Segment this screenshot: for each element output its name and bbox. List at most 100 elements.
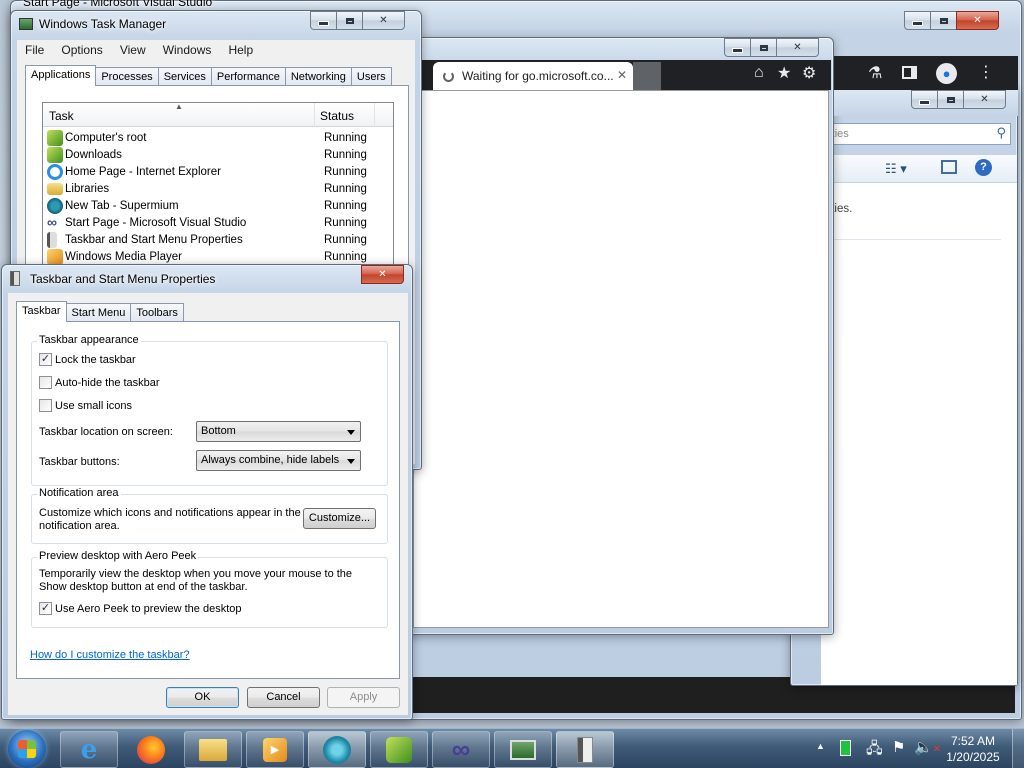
menu-help[interactable]: Help (228, 43, 253, 57)
task-row[interactable]: New Tab - Supermium Running (47, 197, 367, 214)
taskbar-visual-studio-button[interactable]: ∞ (432, 731, 490, 768)
close-button[interactable]: ✕ (963, 90, 1006, 109)
tab-networking[interactable]: Networking (284, 67, 352, 85)
close-button[interactable]: ✕ (956, 11, 999, 30)
show-hidden-icons-icon[interactable]: ▲ (816, 741, 825, 751)
apply-button[interactable]: Apply (327, 687, 400, 708)
cancel-button[interactable]: Cancel (247, 687, 320, 708)
taskbar-explorer-button[interactable] (184, 731, 242, 768)
minimize-button[interactable] (724, 38, 751, 57)
checkbox-label: Use small icons (55, 399, 133, 412)
lock-taskbar-checkbox[interactable]: ✓ Lock the taskbar (39, 353, 136, 366)
task-name: Downloads (65, 148, 122, 161)
tab-taskbar[interactable]: Taskbar (16, 301, 67, 322)
ie-icon (47, 163, 63, 180)
tab-title: Waiting for go.microsoft.co... (462, 69, 614, 83)
tab-close-icon[interactable]: ✕ (617, 68, 627, 82)
view-options-icon[interactable]: ☷ ▾ (885, 161, 907, 177)
minimize-button[interactable] (904, 11, 931, 30)
supermium-icon (323, 735, 351, 764)
home-icon[interactable]: ⌂ (754, 64, 764, 82)
search-icon[interactable]: ⚲ (996, 125, 1006, 141)
task-manager-icon (19, 18, 33, 30)
menu-file[interactable]: File (25, 43, 44, 57)
close-button[interactable]: ✕ (776, 38, 819, 57)
location-dropdown[interactable]: Bottom (196, 421, 361, 442)
location-value: Bottom (201, 425, 236, 437)
aero-peek-description: Temporarily view the desktop when you mo… (39, 568, 353, 593)
close-button[interactable]: ✕ (361, 265, 404, 284)
checkbox-label: Use Aero Peek to preview the desktop (55, 602, 242, 615)
taskbar-firefox-button[interactable] (122, 731, 180, 768)
gear-icon[interactable]: ⚙ (802, 63, 816, 83)
help-link[interactable]: How do I customize the taskbar? (30, 649, 190, 661)
task-row[interactable]: Libraries Running (47, 180, 367, 197)
flask-icon[interactable]: ⚗ (868, 63, 882, 83)
volume-muted-icon[interactable]: 🔈✕ (914, 738, 941, 756)
task-row[interactable]: Windows Media Player Running (47, 248, 367, 265)
start-button[interactable] (8, 730, 46, 768)
maximize-button[interactable] (937, 90, 964, 109)
taskbar-buttons-dropdown[interactable]: Always combine, hide labels (196, 450, 361, 471)
preview-pane-icon[interactable] (941, 160, 957, 174)
maximize-button[interactable] (336, 11, 363, 30)
taskbar-properties-dialog: Taskbar and Start Menu Properties ✕ Task… (1, 264, 413, 720)
browser-toolbar: Waiting for go.microsoft.co... ✕ ⌂ ★ ⚙ (407, 60, 831, 90)
tab-applications[interactable]: Applications (25, 65, 97, 86)
clock[interactable]: 7:52 AM 1/20/2025 (944, 733, 1002, 765)
maximize-button[interactable] (930, 11, 957, 30)
task-row[interactable]: Downloads Running (47, 146, 367, 163)
task-name: Start Page - Microsoft Visual Studio (65, 216, 247, 229)
minimize-button[interactable] (911, 90, 938, 109)
taskbar-media-player-button[interactable]: ▶ (246, 731, 304, 768)
task-row[interactable]: Home Page - Internet Explorer Running (47, 163, 367, 180)
star-icon[interactable]: ★ (777, 63, 791, 83)
minimize-button[interactable] (310, 11, 337, 30)
column-status[interactable]: Status (320, 109, 354, 123)
network-icon[interactable]: 🖧 (866, 738, 883, 763)
customize-button[interactable]: Customize... (303, 508, 376, 529)
taskbar-task-manager-button[interactable] (494, 731, 552, 768)
taskbar-supermium-button[interactable] (308, 731, 366, 768)
profile-icon[interactable]: ● (936, 63, 957, 84)
task-status: Running (324, 131, 367, 144)
folder-icon (47, 182, 63, 195)
battery-icon[interactable] (840, 740, 851, 756)
ok-button[interactable]: OK (166, 687, 239, 708)
taskbar-green-app-button[interactable] (370, 731, 428, 768)
tab-users[interactable]: Users (350, 67, 392, 85)
help-icon[interactable]: ? (975, 159, 992, 176)
menu-options[interactable]: Options (61, 43, 102, 57)
close-button[interactable]: ✕ (362, 11, 405, 30)
browser-tab[interactable]: Waiting for go.microsoft.co... ✕ (433, 62, 633, 90)
taskbar-ie-button[interactable]: e (60, 731, 118, 768)
tab-toolbars[interactable]: Toolbars (130, 303, 184, 321)
sidebar-icon[interactable] (902, 66, 917, 79)
maximize-button[interactable] (750, 38, 777, 57)
visual-studio-window-title: Start Page - Microsoft Visual Studio (23, 0, 213, 9)
tab-start-menu[interactable]: Start Menu (65, 303, 132, 321)
tab-services[interactable]: Services (157, 67, 212, 85)
explorer-search-field[interactable]: rties ⚲ (821, 123, 1011, 145)
tab-processes[interactable]: Processes (95, 67, 159, 85)
task-row[interactable]: ∞ Start Page - Microsoft Visual Studio R… (47, 214, 367, 231)
aero-peek-checkbox[interactable]: ✓ Use Aero Peek to preview the desktop (39, 602, 242, 615)
task-status: Running (324, 182, 367, 195)
browser-page (413, 90, 829, 628)
menu-windows[interactable]: Windows (163, 43, 212, 57)
menu-view[interactable]: View (120, 43, 146, 57)
tab-performance[interactable]: Performance (210, 67, 286, 85)
more-menu-icon[interactable]: ⋮ (978, 62, 994, 82)
taskbar-properties-button[interactable] (556, 731, 614, 768)
show-desktop-button[interactable] (1012, 729, 1024, 768)
folder-icon (199, 738, 227, 761)
task-row[interactable]: Taskbar and Start Menu Properties Runnin… (47, 231, 367, 248)
autohide-taskbar-checkbox[interactable]: Auto-hide the taskbar (39, 376, 160, 389)
column-task[interactable]: Task (49, 109, 74, 123)
action-center-flag-icon[interactable]: ⚑ (892, 738, 905, 756)
explorer-content: ☷ ▾ ? erties. (821, 155, 1017, 685)
task-row[interactable]: Computer's root Running (47, 129, 367, 146)
small-icons-checkbox[interactable]: Use small icons (39, 399, 132, 412)
checkbox-label: Auto-hide the taskbar (55, 376, 160, 389)
new-tab-button[interactable] (633, 62, 661, 90)
